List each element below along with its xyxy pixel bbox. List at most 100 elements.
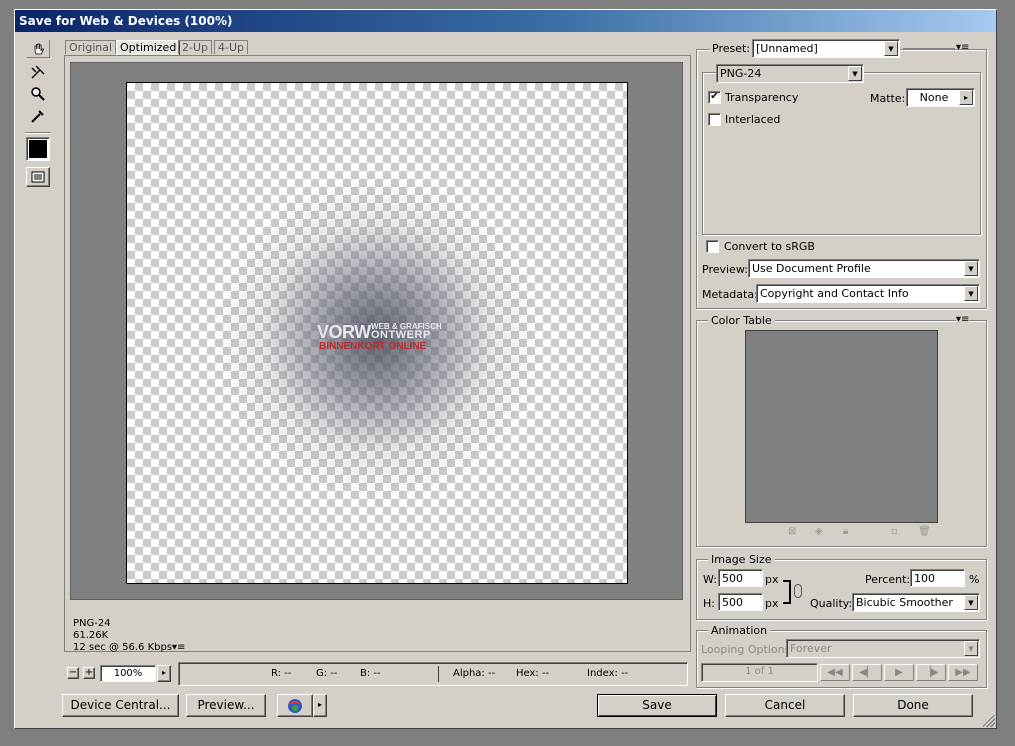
zoom-out-button[interactable]: − [67,667,79,679]
looping-options-value: Forever [790,642,832,655]
looping-options-dropdown[interactable]: Forever ▼ [786,639,980,658]
red-readout: R: -- [271,668,292,679]
save-for-web-dialog: Save for Web & Devices (100%) Original O… [14,9,997,729]
green-readout: G: -- [316,668,338,679]
convert-srgb-checkbox[interactable] [706,240,719,253]
info-file-size: 61.26K [73,630,109,641]
blue-readout: B: -- [360,668,381,679]
constrain-bracket [783,580,791,604]
zoom-level-field[interactable]: 100% [100,665,156,682]
chevron-down-icon: ▼ [964,261,978,276]
slice-select-tool-icon[interactable] [26,61,50,83]
quality-dropdown[interactable]: Bicubic Smoother ▼ [852,593,980,612]
last-frame-icon[interactable]: ▶▶ [948,664,978,681]
hand-tool-icon[interactable] [26,39,51,59]
animation-title: Animation [708,624,771,637]
browser-menu-button[interactable]: ▸ [313,694,327,717]
done-button[interactable]: Done [853,694,973,717]
matte-menu-arrow-icon: ▸ [959,90,973,105]
browser-globe-icon [288,698,302,713]
tab-2-up[interactable]: 2-Up [178,40,213,54]
next-frame-icon[interactable]: ▕▶ [916,664,946,681]
eyedropper-color-swatch[interactable] [26,137,50,161]
window-title: Save for Web & Devices (100%) [19,14,233,28]
color-table-swatches[interactable] [745,330,938,523]
chevron-down-icon: ▼ [964,595,978,610]
preset-dropdown[interactable]: [Unnamed] ▼ [752,39,900,58]
first-frame-icon[interactable]: ◀◀ [820,664,850,681]
frame-counter: 1 of 1 [701,663,818,682]
height-unit: px [765,597,779,610]
file-format-value: PNG-24 [720,67,762,80]
status-bar: − + 100% ▸ R: -- G: -- B: -- Alpha: -- H… [62,662,690,686]
transparency-label: Transparency [725,91,799,104]
preview-profile-dropdown[interactable]: Use Document Profile ▼ [748,259,980,278]
width-field[interactable]: 500 [718,569,763,587]
optimized-image-preview: VORW WEB & GRAFISCH ONTWERP BINNENKORT O… [126,82,628,584]
transparency-checkbox[interactable]: ✔ [708,91,721,104]
eyedropper-tool-icon[interactable] [26,105,50,127]
metadata-value: Copyright and Contact Info [760,287,909,300]
web-shift-icon[interactable]: ◈ [815,526,823,537]
color-table-toolbar: ⊠ ◈ 🔒︎ ▫ 🗑︎ [785,526,945,540]
zoom-tool-icon[interactable] [26,83,50,105]
logo-binnenkort: BINNENKORT ONLINE [319,341,427,352]
animation-controls: ◀◀ ◀▏ ▶ ▕▶ ▶▶ [820,664,980,682]
percent-field[interactable]: 100 [910,569,965,587]
chevron-down-icon: ▼ [884,41,898,56]
constrain-proportions-icon[interactable] [794,584,802,598]
zoom-menu-button[interactable]: ▸ [157,665,171,682]
view-tabs: Original Optimized 2-Up 4-Up [65,40,265,55]
matte-dropdown[interactable]: None ▸ [906,88,975,107]
tab-4-up[interactable]: 4-Up [214,40,249,54]
optimization-info: PNG-24 61.26K 12 sec @ 56.6 Kbps [73,618,172,654]
browser-preview-button[interactable] [277,694,313,717]
matte-value: None [919,91,949,104]
color-table-title: Color Table [708,314,775,327]
matte-label: Matte: [870,92,906,105]
new-color-icon[interactable]: ▫ [891,526,898,537]
lock-color-icon[interactable]: 🔒︎ [843,526,848,537]
alpha-readout: Alpha: -- [453,668,496,679]
frame-counter-value: 1 of 1 [745,666,774,677]
preview-button[interactable]: Preview... [186,694,266,717]
metadata-dropdown[interactable]: Copyright and Contact Info ▼ [756,284,980,303]
chevron-down-icon: ▼ [964,641,978,656]
preview-profile-value: Use Document Profile [752,262,871,275]
height-field[interactable]: 500 [718,593,763,611]
map-transparency-icon[interactable]: ⊠ [788,526,796,537]
delete-color-icon[interactable]: 🗑︎ [918,526,931,537]
interlaced-checkbox[interactable] [708,113,721,126]
play-icon[interactable]: ▶ [884,664,914,681]
info-download-time: 12 sec @ 56.6 Kbps [73,642,173,653]
chevron-down-icon: ▼ [848,66,862,81]
logo-ontwerp: ONTWERP [371,329,431,341]
logo-vorw: VORW [317,322,371,342]
previous-frame-icon[interactable]: ◀▏ [852,664,882,681]
preview-profile-label: Preview: [702,263,748,276]
tool-panel [23,37,55,707]
index-readout: Index: -- [587,668,629,679]
width-unit: px [765,573,779,586]
image-size-title: Image Size [708,553,775,566]
color-table-menu-icon[interactable]: ▾≡ [956,314,970,325]
file-format-dropdown[interactable]: PNG-24 ▼ [716,64,864,83]
settings-menu-icon[interactable]: ▾≡ [956,42,969,53]
info-menu-icon[interactable]: ▾≡ [172,642,185,653]
convert-srgb-label: Convert to sRGB [724,240,815,253]
canvas-background[interactable]: VORW WEB & GRAFISCH ONTWERP BINNENKORT O… [70,62,683,600]
zoom-in-button[interactable]: + [83,667,95,679]
save-button[interactable]: Save [597,694,717,717]
width-label: W: [703,573,717,586]
percent-label: Percent: [865,573,911,586]
cancel-button[interactable]: Cancel [725,694,845,717]
tab-original[interactable]: Original [65,40,117,54]
hex-readout: Hex: -- [516,668,550,679]
metadata-label: Metadata: [702,288,758,301]
tab-optimized[interactable]: Optimized [116,40,181,55]
resize-grip-icon[interactable] [983,715,995,727]
device-central-button[interactable]: Device Central... [62,694,179,717]
logo-text: VORW WEB & GRAFISCH ONTWERP BINNENKORT O… [317,322,447,356]
toggle-slices-visibility-icon[interactable] [26,167,50,187]
chevron-down-icon: ▼ [964,286,978,301]
